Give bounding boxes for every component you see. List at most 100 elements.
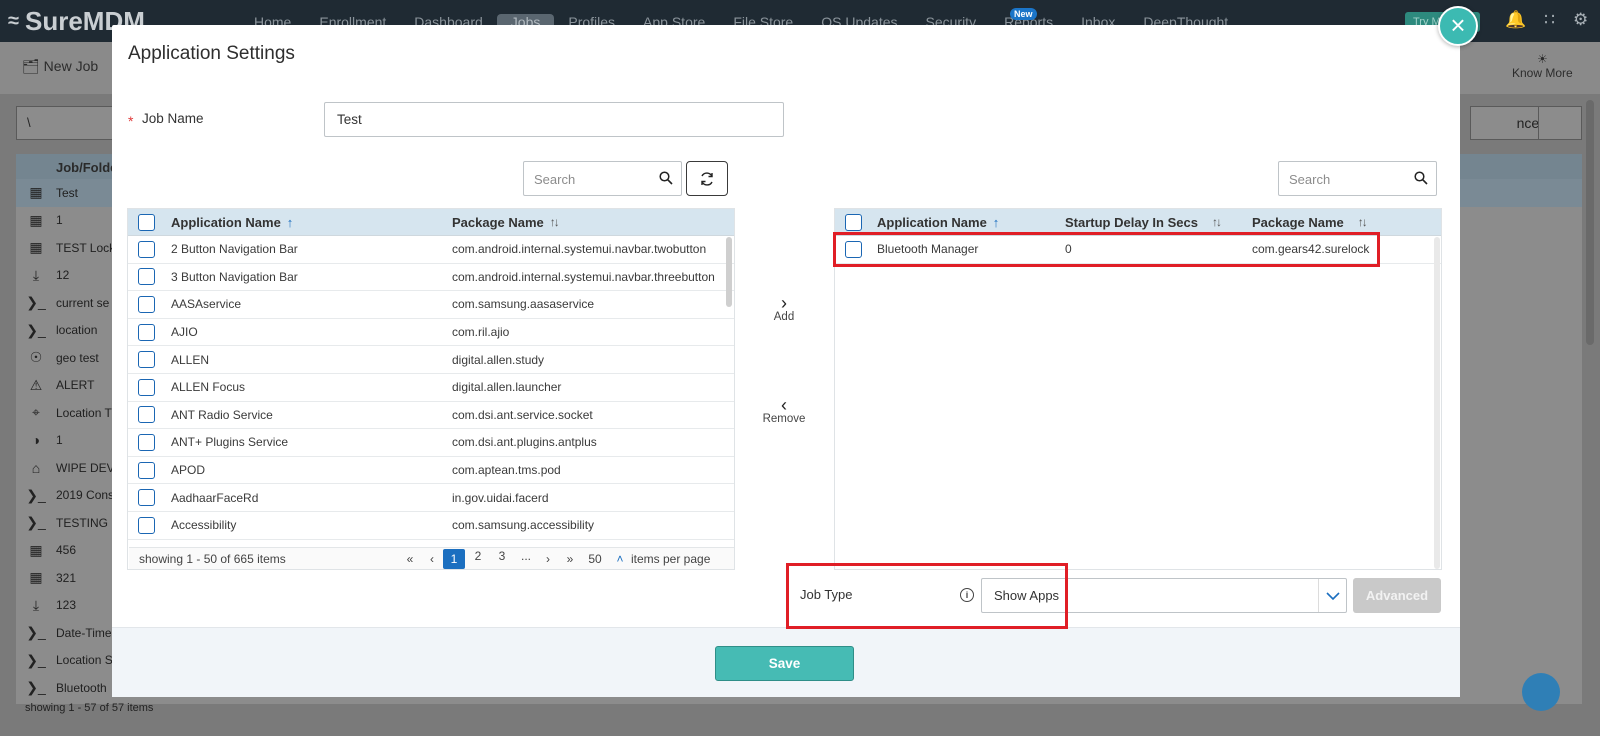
know-more-label: Know More	[1512, 66, 1573, 80]
folder-path-input[interactable]: \	[16, 106, 116, 140]
job-type-icon: ◑	[31, 432, 41, 449]
next-page-icon[interactable]: ›	[537, 552, 559, 566]
refresh-apps-button[interactable]	[686, 161, 728, 196]
job-type-icon: ❯_	[26, 486, 46, 503]
sort-icon[interactable]: ↑↓	[1212, 215, 1222, 229]
right-search-input[interactable]: Search	[1278, 161, 1437, 196]
row-checkbox[interactable]	[138, 516, 155, 534]
right-search-placeholder: Search	[1289, 172, 1331, 187]
app-name-cell: AadhaarFaceRd	[171, 490, 259, 505]
package-name-cell: digital.allen.study	[452, 352, 545, 367]
row-checkbox[interactable]	[138, 240, 155, 258]
available-app-row[interactable]: AJIO com.ril.ajio	[128, 319, 734, 347]
available-app-row[interactable]: ALLEN Focus digital.allen.launcher	[128, 374, 734, 402]
search-icon[interactable]	[659, 171, 673, 185]
row-checkbox[interactable]	[138, 461, 155, 479]
first-page-icon[interactable]: «	[399, 552, 421, 566]
application-settings-dialog: Application Settings * Job Name Search S…	[112, 25, 1460, 697]
app-name-cell: ALLEN	[171, 352, 210, 367]
last-page-icon[interactable]: »	[559, 552, 581, 566]
row-checkbox[interactable]	[138, 295, 155, 313]
save-button[interactable]: Save	[715, 646, 854, 681]
refresh-jobs-button[interactable]	[1538, 106, 1582, 140]
page-size-chevron-icon[interactable]: ˄	[609, 552, 631, 566]
col-package-name[interactable]: Package Name ↑↓	[442, 215, 722, 230]
page-number[interactable]: 2	[467, 549, 489, 569]
close-dialog-button[interactable]: ×	[1438, 6, 1478, 46]
row-checkbox[interactable]	[138, 351, 155, 369]
app-name-cell: APOD	[171, 463, 206, 478]
chat-support-button[interactable]	[1522, 673, 1560, 711]
row-checkbox[interactable]	[138, 489, 155, 507]
page-number[interactable]: 1	[443, 548, 465, 569]
left-search-input[interactable]: Search	[523, 161, 682, 196]
row-checkbox[interactable]	[138, 323, 155, 341]
sort-asc-icon[interactable]: ↑	[287, 215, 294, 230]
sort-icon[interactable]: ↑↓	[550, 215, 560, 229]
remove-button[interactable]: ‹ Remove	[762, 396, 806, 425]
page-size-value[interactable]: 50	[581, 552, 609, 566]
available-apps-scrollbar[interactable]	[726, 237, 732, 307]
row-select-cell	[128, 378, 161, 396]
know-more-button[interactable]: ☀ Know More	[1512, 52, 1573, 80]
dialog-title: Application Settings	[128, 43, 295, 64]
available-apps-pager: showing 1 - 50 of 665 items « ‹ 1 2 3... ›…	[129, 547, 734, 569]
row-select-cell	[128, 323, 161, 341]
col-package-name[interactable]: Package Name ↑↓	[1242, 215, 1432, 230]
add-button[interactable]: › Add	[762, 294, 806, 323]
row-checkbox[interactable]	[138, 268, 155, 286]
required-asterisk: *	[128, 113, 134, 129]
available-app-row[interactable]: AASAservice com.samsung.aasaservice	[128, 291, 734, 319]
available-app-row[interactable]: ANT Radio Service com.dsi.ant.service.soc…	[128, 402, 734, 430]
prev-page-icon[interactable]: ‹	[421, 552, 443, 566]
gear-icon[interactable]: ⚙	[1573, 10, 1588, 30]
chevron-down-icon[interactable]	[1318, 579, 1346, 612]
sort-icon[interactable]: ↑↓	[1358, 215, 1368, 229]
row-checkbox[interactable]	[138, 433, 155, 451]
col-startup-delay[interactable]: Startup Delay In Secs ↑↓	[1055, 215, 1242, 230]
page-number[interactable]: ...	[515, 549, 537, 569]
app-name-cell: 2 Button Navigation Bar	[171, 242, 298, 257]
package-name-cell: digital.allen.launcher	[452, 380, 562, 395]
available-app-row[interactable]: ANT+ Plugins Service com.dsi.ant.plugins.…	[128, 429, 734, 457]
available-app-row[interactable]: APOD com.aptean.tms.pod	[128, 457, 734, 485]
job-name: Date-Time	[56, 625, 112, 640]
select-all-checkbox[interactable]	[845, 213, 862, 231]
available-app-row[interactable]: 3 Button Navigation Bar com.android.inter…	[128, 264, 734, 292]
job-name: ALERT	[56, 378, 95, 393]
close-icon: ×	[1450, 10, 1466, 40]
new-job-label: New Job	[43, 58, 99, 74]
sort-asc-icon[interactable]: ↑	[993, 215, 1000, 230]
apps-grid-icon[interactable]: ∷	[1544, 10, 1555, 30]
page-number[interactable]: 3	[491, 549, 513, 569]
job-type-icon: ⚠	[29, 376, 43, 393]
col-startup-delay-label: Startup Delay In Secs	[1065, 214, 1198, 230]
new-job-button[interactable]: 🗂 New Job	[22, 58, 98, 75]
job-name: Location S	[56, 653, 113, 668]
search-icon[interactable]	[1414, 171, 1428, 185]
available-app-row[interactable]: AadhaarFaceRd in.gov.uidai.facerd	[128, 484, 734, 512]
row-checkbox[interactable]	[138, 406, 155, 424]
app-name-cell: AJIO	[171, 325, 198, 340]
bell-icon[interactable]: 🔔	[1505, 10, 1526, 30]
available-app-row[interactable]: 2 Button Navigation Bar com.android.inter…	[128, 236, 734, 264]
available-app-row[interactable]: Accessibility com.samsung.accessibility	[128, 512, 734, 540]
row-select-cell	[128, 295, 161, 313]
package-name-cell: com.aptean.tms.pod	[452, 463, 561, 478]
row-checkbox[interactable]	[138, 378, 155, 396]
col-application-name[interactable]: Application Name ↑	[161, 215, 442, 230]
select-all-cell	[128, 213, 161, 231]
selected-apps-scrollbar[interactable]	[1434, 237, 1440, 569]
job-name-input[interactable]	[324, 102, 784, 137]
job-name: Test	[56, 185, 79, 200]
advanced-button[interactable]: Advanced	[1353, 578, 1441, 613]
job-type-icon: ▦	[29, 211, 43, 228]
available-apps-header: Application Name ↑ Package Name ↑↓	[128, 209, 734, 236]
page-scrollbar[interactable]	[1586, 100, 1594, 345]
app-name-cell: Accessibility	[171, 518, 237, 533]
package-name-cell: in.gov.uidai.facerd	[452, 490, 549, 505]
select-all-checkbox[interactable]	[138, 213, 155, 231]
job-type-icon: ⤓	[32, 266, 40, 283]
available-app-row[interactable]: ALLEN digital.allen.study	[128, 346, 734, 374]
col-application-name[interactable]: Application Name ↑	[867, 215, 1055, 230]
